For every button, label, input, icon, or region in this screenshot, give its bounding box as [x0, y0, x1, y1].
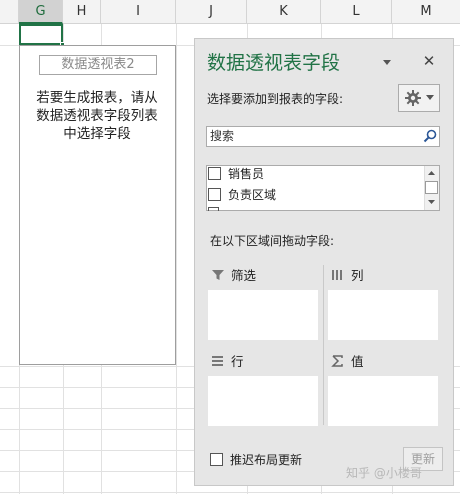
scroll-up-icon[interactable]	[425, 167, 438, 179]
columns-zone-label: 列	[351, 268, 364, 283]
rows-zone-label: 行	[231, 354, 244, 369]
search-icon[interactable]	[423, 129, 437, 143]
columns-zone-header: 列	[331, 266, 364, 286]
search-placeholder: 搜索	[210, 129, 235, 143]
rows-icon	[212, 356, 223, 366]
close-icon[interactable]: ✕	[420, 52, 438, 70]
watermark: 知乎 @小楼哥	[346, 466, 422, 480]
checkbox[interactable]	[208, 167, 221, 180]
pane-options-caret-icon[interactable]	[380, 55, 394, 69]
chevron-down-icon	[426, 95, 434, 100]
grid-line	[176, 24, 177, 494]
field-item-salesperson[interactable]: 销售员	[207, 164, 417, 184]
column-header-l[interactable]: L	[321, 0, 392, 24]
field-label: 负责区域	[228, 188, 277, 202]
checkbox-partial[interactable]	[208, 207, 219, 211]
pivot-instructions: 若要生成报表，请从 数据透视表字段列表 中选择字段	[24, 89, 170, 143]
defer-label: 推迟布局更新	[230, 453, 303, 467]
areas-label: 在以下区域间拖动字段:	[210, 234, 335, 248]
row-header-corner[interactable]	[0, 0, 19, 24]
field-search-input[interactable]: 搜索	[206, 126, 440, 147]
filter-icon	[212, 270, 224, 280]
field-prompt: 选择要添加到报表的字段:	[207, 92, 344, 106]
selected-cell[interactable]	[19, 24, 63, 45]
values-zone-label: 值	[351, 354, 364, 369]
pivot-table-name: 数据透视表2	[39, 55, 157, 75]
column-header-g[interactable]: G	[19, 0, 63, 24]
grid-line	[0, 492, 460, 493]
pane-title: 数据透视表字段	[207, 52, 341, 74]
gear-icon	[405, 90, 421, 106]
checkbox[interactable]	[210, 453, 223, 466]
columns-drop-zone[interactable]	[328, 290, 438, 340]
pivot-instructions-line: 中选择字段	[63, 126, 131, 142]
rows-drop-zone[interactable]	[208, 376, 318, 426]
zone-divider	[323, 265, 324, 425]
pivot-instructions-line: 若要生成报表，请从	[36, 90, 158, 106]
column-header-m[interactable]: M	[392, 0, 460, 24]
values-zone-header: 值	[331, 352, 364, 372]
checkbox[interactable]	[208, 188, 221, 201]
filters-drop-zone[interactable]	[208, 290, 318, 340]
pivot-instructions-line: 数据透视表字段列表	[36, 108, 158, 124]
field-item-region[interactable]: 负责区域	[207, 185, 417, 205]
scrollbar-thumb[interactable]	[425, 181, 438, 194]
column-header-k[interactable]: K	[247, 0, 321, 24]
column-header-h[interactable]: H	[63, 0, 101, 24]
filters-zone-label: 筛选	[231, 268, 257, 283]
column-header-i[interactable]: I	[101, 0, 176, 24]
columns-icon	[332, 270, 342, 280]
scroll-down-icon[interactable]	[425, 196, 438, 208]
column-header-j[interactable]: J	[176, 0, 247, 24]
values-drop-zone[interactable]	[328, 376, 438, 426]
defer-layout-update[interactable]: 推迟布局更新	[209, 453, 302, 467]
field-label: 销售员	[228, 167, 265, 181]
filters-zone-header: 筛选	[211, 266, 256, 286]
sigma-icon	[331, 355, 343, 367]
rows-zone-header: 行	[211, 352, 244, 372]
